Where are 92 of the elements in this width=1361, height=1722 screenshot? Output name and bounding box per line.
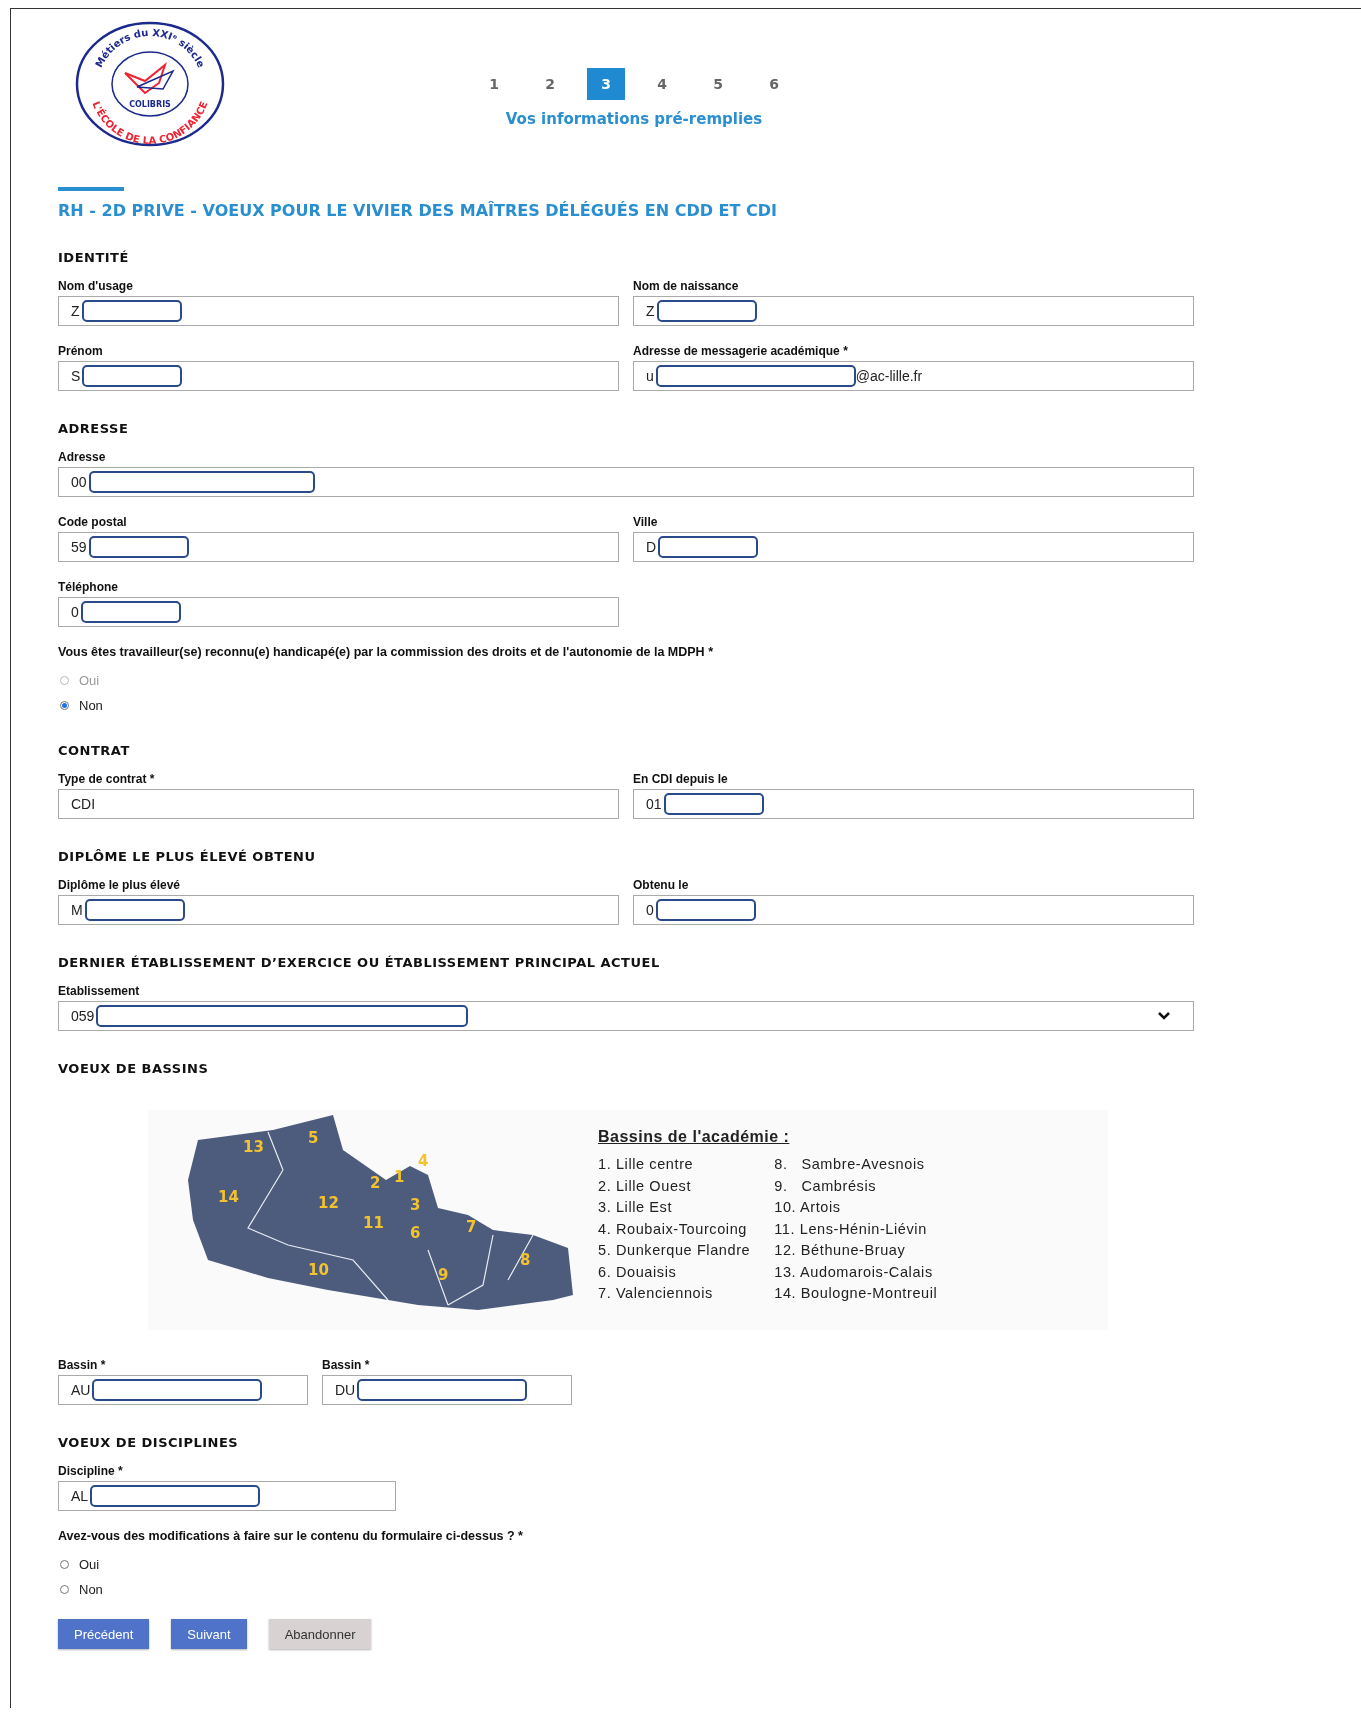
map-number: 3 xyxy=(410,1196,421,1214)
map-number: 5 xyxy=(308,1129,319,1147)
field-label: Code postal xyxy=(58,515,127,529)
legend-item: 11. Lens-Hénin-Liévin xyxy=(774,1219,928,1239)
legend-item: 1. Lille centre xyxy=(598,1155,695,1174)
input-field[interactable]: AU xyxy=(58,1375,308,1405)
map-number: 9 xyxy=(438,1266,449,1284)
map-number: 4 xyxy=(418,1152,429,1170)
map-number: 1 xyxy=(394,1168,405,1186)
section-heading: ADRESSE xyxy=(58,421,130,436)
field-label: Etablissement xyxy=(58,984,140,998)
cancel-button[interactable]: Abandonner xyxy=(268,1619,372,1649)
question-text: Avez-vous des modifications à faire sur le contenu du formulaire ci-dessus ? xyxy=(58,1529,515,1543)
field-label: Nom de naissance xyxy=(633,279,739,293)
question-text: Vous êtes travailleur(se) reconnu(e) handicapé(e) par la commission des droits et de l'autonomie de la MDPH xyxy=(58,645,705,659)
required-asterisk: * xyxy=(100,1358,106,1372)
field-label: Adresse xyxy=(58,450,106,464)
legend-item: 10. Artois xyxy=(774,1198,842,1217)
input-field[interactable]: M xyxy=(58,895,619,925)
section-heading: CONTRAT xyxy=(58,743,131,758)
input-field[interactable]: S xyxy=(58,361,619,391)
map-number: 13 xyxy=(243,1138,264,1156)
step-tab[interactable]: 1 xyxy=(475,68,513,100)
section-heading: VOEUX DE BASSINS xyxy=(58,1061,210,1076)
nav-button[interactable]: Suivant xyxy=(171,1619,247,1649)
map-number: 2 xyxy=(370,1174,381,1192)
input-field[interactable]: D xyxy=(633,532,1194,562)
required-asterisk: * xyxy=(149,772,155,786)
field-label: Diplôme le plus élevé xyxy=(58,878,181,892)
section-heading: DERNIER ÉTABLISSEMENT D’EXERCICE OU ÉTABLISSEMENT PRINCIPAL ACTUEL xyxy=(58,955,661,970)
field-label: En CDI depuis le xyxy=(633,772,728,786)
map-number: 7 xyxy=(466,1218,477,1236)
required-asterisk: * xyxy=(518,1529,523,1543)
legend-item: 7. Valenciennois xyxy=(598,1284,714,1303)
map-number: 8 xyxy=(520,1251,531,1269)
required-asterisk: * xyxy=(118,1464,123,1478)
field-label: Prénom xyxy=(58,344,103,358)
section-heading: DIPLÔME LE PLUS ÉLEVÉ OBTENU xyxy=(58,849,317,864)
legend-item: 9. Cambrésis xyxy=(774,1176,878,1196)
input-field[interactable]: 59 xyxy=(58,532,619,562)
step-tab[interactable]: 4 xyxy=(643,68,681,100)
required-asterisk: * xyxy=(364,1358,370,1372)
legend-item: 6. Douaisis xyxy=(598,1262,678,1282)
input-field[interactable]: AL xyxy=(58,1481,396,1511)
legend-item: 8. Sambre-Avesnois xyxy=(774,1155,926,1174)
field-label: Nom d'usage xyxy=(58,279,133,293)
section-heading: VOEUX DE DISCIPLINES xyxy=(58,1435,240,1450)
required-asterisk: * xyxy=(843,344,848,358)
field-label: Téléphone xyxy=(58,580,118,594)
map-number: 12 xyxy=(318,1194,339,1212)
radio-label: Oui xyxy=(79,673,100,688)
input-field[interactable]: 0 xyxy=(633,895,1194,925)
step-tab[interactable]: 3 xyxy=(587,68,625,100)
legend-item: 4. Roubaix-Tourcoing xyxy=(598,1219,749,1239)
form-title: RH - 2D PRIVE - VOEUX POUR LE VIVIER DES MAÎTRES DÉLÉGUÉS EN CDD ET CDI xyxy=(58,201,778,220)
radio-label: Non xyxy=(79,1582,103,1597)
step-tab[interactable]: 6 xyxy=(755,68,793,100)
input-field[interactable]: 01 xyxy=(633,789,1194,819)
legend-item: 3. Lille Est xyxy=(598,1198,674,1217)
input-field[interactable]: u @ac-lille.fr xyxy=(633,361,1194,391)
input-field[interactable]: 00 xyxy=(58,467,1194,497)
input-field[interactable]: 0 xyxy=(58,597,619,627)
legend-item: 13. Audomarois-Calais xyxy=(774,1262,934,1282)
field-label: Ville xyxy=(633,515,658,529)
radio-label: Non xyxy=(79,698,103,713)
step-caption: Vos informations pré-remplies xyxy=(505,110,763,128)
legend-title: Bassins de l'académie : xyxy=(598,1128,791,1146)
input-field[interactable]: Z xyxy=(58,296,619,326)
select-field[interactable]: 059 xyxy=(58,1001,1194,1031)
step-tab[interactable]: 2 xyxy=(531,68,569,100)
legend-item: 14. Boulogne-Montreuil xyxy=(774,1284,938,1303)
field-label: Discipline xyxy=(58,1464,115,1478)
required-asterisk: * xyxy=(708,645,713,659)
legend-item: 12. Béthune-Bruay xyxy=(774,1241,907,1260)
field-label: Adresse de messagerie académique xyxy=(633,344,840,358)
input-field[interactable]: Z xyxy=(633,296,1194,326)
legend-item: 5. Dunkerque Flandre xyxy=(598,1241,751,1260)
map-number: 6 xyxy=(410,1224,421,1242)
nav-button[interactable]: Précédent xyxy=(58,1619,150,1649)
map-number: 11 xyxy=(363,1214,384,1232)
step-tab[interactable]: 5 xyxy=(699,68,737,100)
input-field[interactable]: CDI xyxy=(58,789,619,819)
field-label: Bassin xyxy=(322,1358,362,1372)
field-label: Type de contrat xyxy=(58,772,147,786)
input-field[interactable]: DU xyxy=(322,1375,572,1405)
radio-label: Oui xyxy=(79,1557,100,1572)
section-heading: IDENTITÉ xyxy=(58,250,130,265)
field-label: Bassin xyxy=(58,1358,98,1372)
legend-item: 2. Lille Ouest xyxy=(598,1176,693,1196)
map-number: 10 xyxy=(308,1261,329,1279)
field-label: Obtenu le xyxy=(633,878,689,892)
map-number: 14 xyxy=(218,1188,239,1206)
